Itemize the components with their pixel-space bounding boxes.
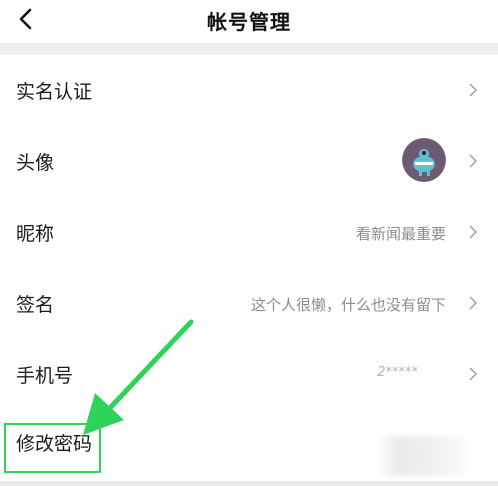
row-label: 签名	[16, 294, 55, 316]
row-phone[interactable]: 手机号 2*****	[0, 339, 498, 410]
bottom-bar	[0, 481, 498, 486]
app-header: 帐号管理	[0, 0, 498, 42]
row-label: 实名认证	[16, 81, 93, 103]
chevron-right-icon	[469, 83, 477, 97]
row-label: 手机号	[16, 365, 74, 387]
row-signature[interactable]: 签名 这个人很懒，什么也没有留下	[0, 268, 498, 339]
annotation-highlight-box	[4, 423, 101, 473]
row-label: 昵称	[16, 223, 55, 245]
row-value: 这个人很懒，什么也没有留下	[250, 296, 446, 314]
chevron-right-icon	[469, 367, 477, 381]
row-value: 2*****	[377, 365, 418, 380]
section-divider	[0, 43, 498, 55]
chevron-right-icon	[469, 296, 477, 310]
avatar	[402, 138, 446, 182]
chevron-right-icon	[469, 154, 477, 168]
row-avatar[interactable]: 头像	[0, 126, 498, 197]
chevron-right-icon	[469, 225, 477, 239]
page-title: 帐号管理	[207, 10, 291, 34]
row-nickname[interactable]: 昵称 看新闻最重要	[0, 197, 498, 268]
row-label: 头像	[16, 152, 55, 174]
settings-list: 实名认证 头像 昵称 看新闻最重要 签名 这个人很懒，什么也没有留下 手机号 2…	[0, 55, 498, 481]
blurred-region	[375, 436, 467, 476]
row-real-name-auth[interactable]: 实名认证	[0, 55, 498, 126]
row-value: 看新闻最重要	[355, 225, 446, 243]
